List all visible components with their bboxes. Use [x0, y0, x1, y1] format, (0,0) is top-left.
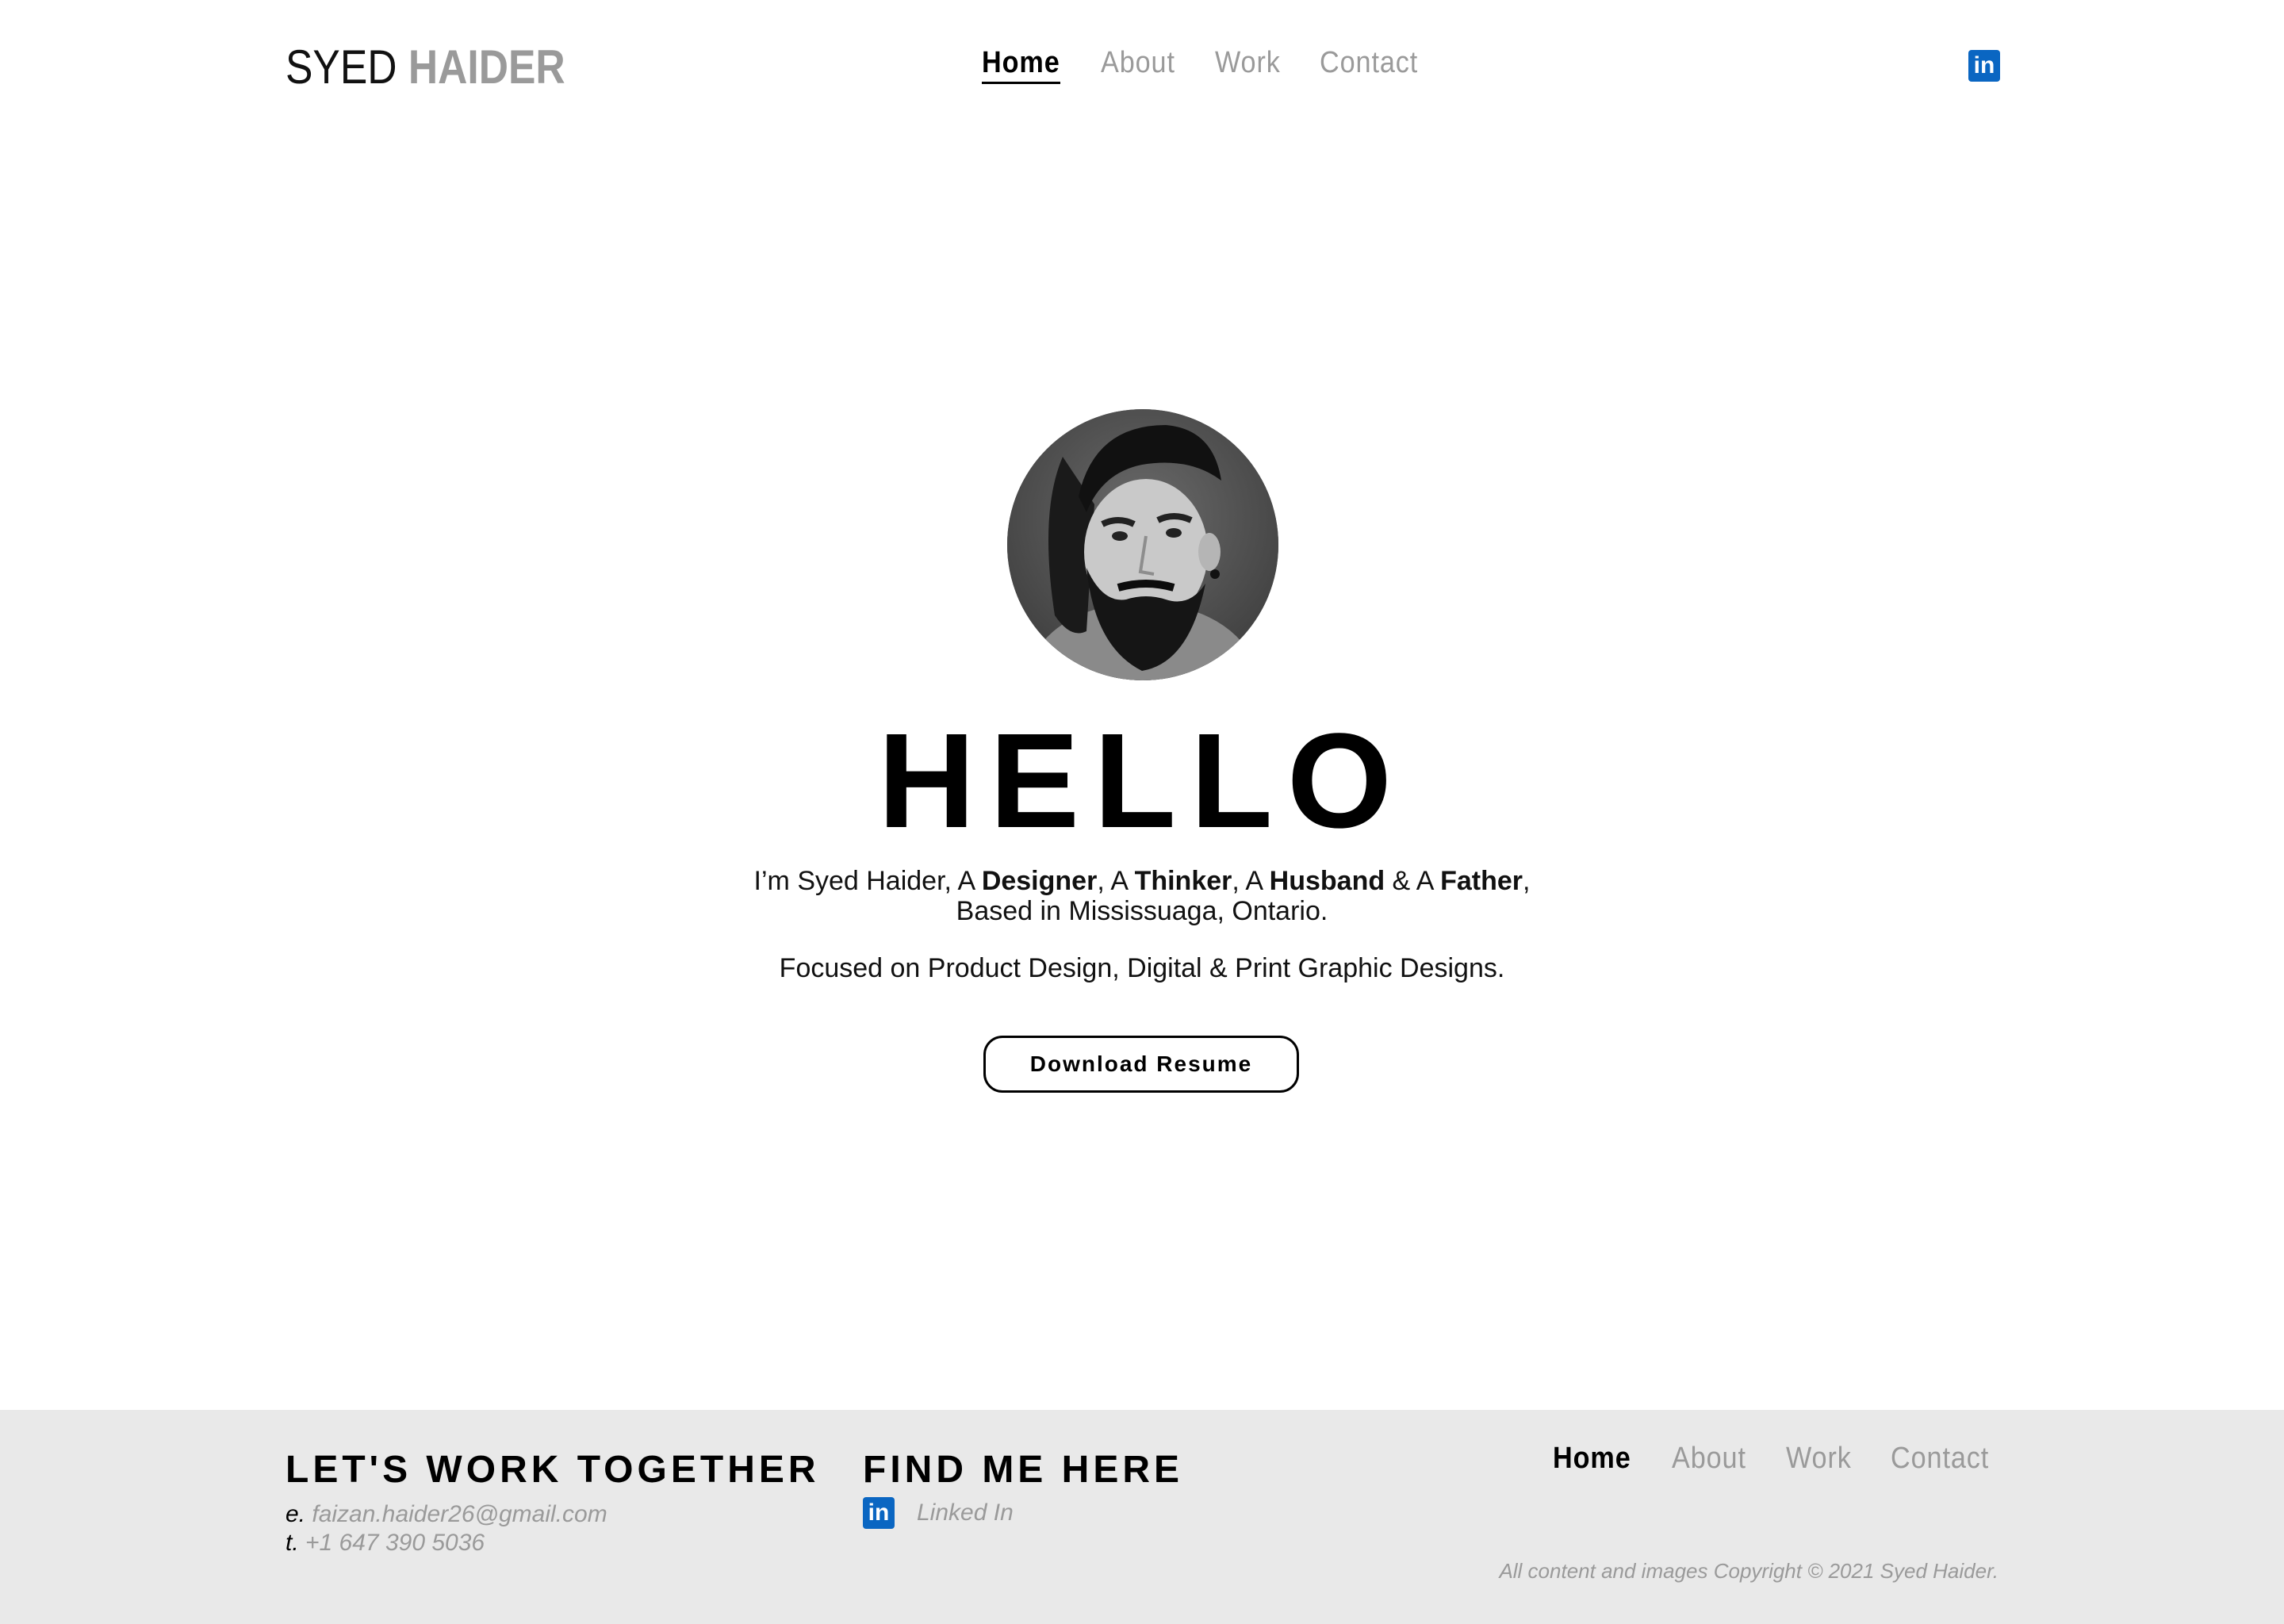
email-row: e. faizan.haider26@gmail.com	[286, 1500, 607, 1529]
footer-nav-contact[interactable]: Contact	[1891, 1442, 1989, 1477]
profile-photo	[1007, 409, 1278, 680]
intro-line-1: I’m Syed Haider, A Designer, A Thinker, …	[0, 866, 2284, 896]
footer-nav-home[interactable]: Home	[1553, 1442, 1631, 1477]
logo-last-name: HAIDER	[408, 40, 565, 94]
phone-link[interactable]: +1 647 390 5036	[305, 1530, 485, 1556]
footer-nav: Home About Work Contact	[1553, 1442, 2000, 1477]
site-logo[interactable]: SYED HAIDER	[286, 40, 565, 94]
intro-sep: , A	[1232, 866, 1270, 896]
copyright-text: All content and images Copyright © 2021 …	[1499, 1559, 1998, 1583]
hero-heading: HELLO	[877, 706, 1407, 856]
linkedin-icon: in	[863, 1497, 895, 1529]
intro-sep: , A	[1097, 866, 1135, 896]
role-thinker: Thinker	[1134, 866, 1232, 896]
main-nav: Home About Work Contact	[982, 46, 1429, 84]
phone-row: t. +1 647 390 5036	[286, 1529, 607, 1557]
role-husband: Husband	[1269, 866, 1385, 896]
intro-location: Based in Mississuaga, Ontario.	[956, 896, 1328, 926]
find-me-heading: FIND ME HERE	[863, 1449, 1184, 1491]
email-link[interactable]: faizan.haider26@gmail.com	[312, 1501, 607, 1527]
nav-work[interactable]: Work	[1215, 46, 1281, 80]
page: SYED HAIDER Home About Work Contact in H…	[0, 0, 2284, 1624]
linkedin-icon: in	[1968, 50, 2000, 82]
download-resume-button[interactable]: Download Resume	[983, 1036, 1299, 1093]
logo-first-name: SYED	[286, 40, 397, 94]
work-together-heading: LET'S WORK TOGETHER	[286, 1449, 820, 1491]
site-header: SYED HAIDER Home About Work Contact in	[0, 0, 2284, 135]
footer-nav-about[interactable]: About	[1672, 1442, 1746, 1477]
footer-linkedin-link[interactable]: in Linked In	[863, 1497, 1014, 1529]
intro-sep: & A	[1385, 866, 1441, 896]
contact-info: e. faizan.haider26@gmail.com t. +1 647 3…	[286, 1500, 607, 1557]
header-linkedin-link[interactable]: in	[1968, 50, 2000, 82]
nav-contact[interactable]: Contact	[1320, 46, 1418, 80]
intro-text: I’m Syed Haider, A	[753, 866, 982, 896]
intro-sep: ,	[1522, 866, 1531, 896]
role-designer: Designer	[981, 866, 1098, 896]
role-father: Father	[1440, 866, 1523, 896]
site-footer: LET'S WORK TOGETHER e. faizan.haider26@g…	[0, 1410, 2284, 1624]
hero-focus: Focused on Product Design, Digital & Pri…	[779, 953, 1505, 983]
email-key: e.	[286, 1501, 306, 1527]
hero-intro: I’m Syed Haider, A Designer, A Thinker, …	[0, 866, 2284, 926]
nav-home[interactable]: Home	[982, 46, 1060, 84]
phone-key: t.	[286, 1530, 299, 1556]
footer-nav-work[interactable]: Work	[1786, 1442, 1852, 1477]
linkedin-label: Linked In	[917, 1500, 1014, 1526]
nav-about[interactable]: About	[1101, 46, 1175, 80]
profile-avatar	[1007, 409, 1278, 680]
